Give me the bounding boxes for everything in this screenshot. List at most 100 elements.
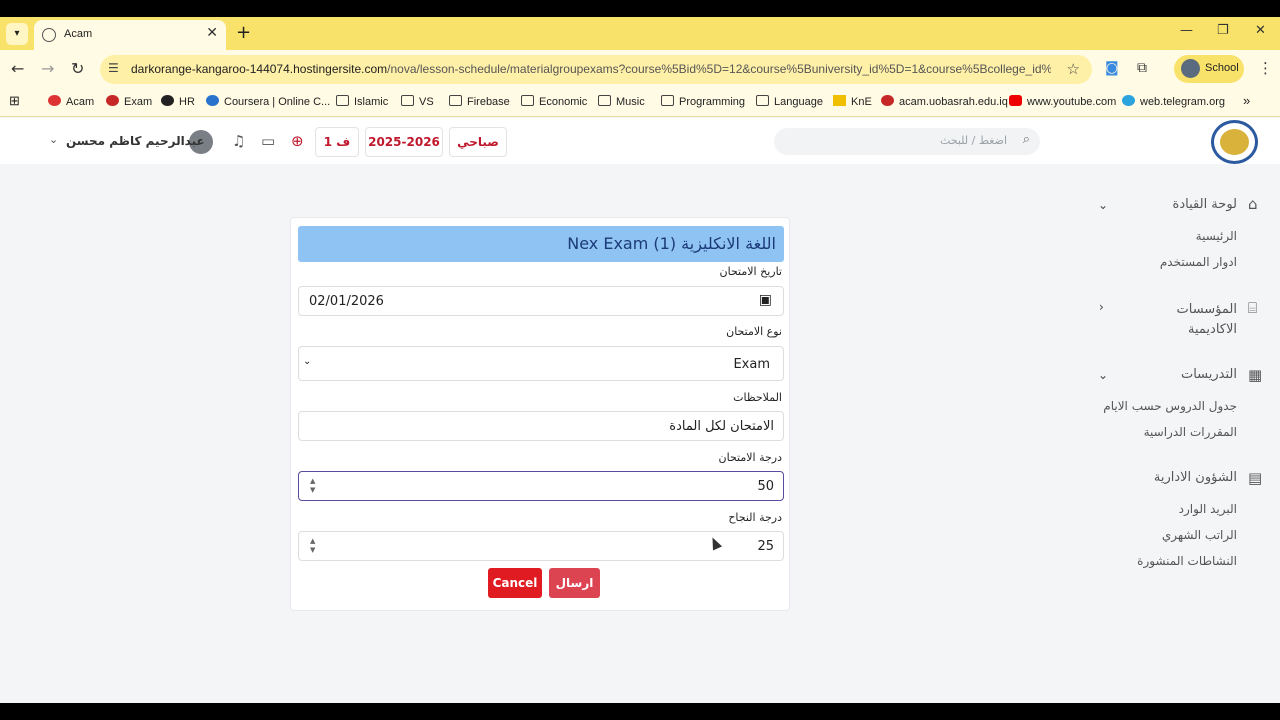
bookmark-coursera[interactable]: Coursera | Online C... [206, 95, 330, 108]
new-tab-icon[interactable]: + [236, 22, 251, 43]
bell-icon[interactable]: ♫ [232, 132, 245, 150]
angular-icon [106, 95, 119, 106]
bookmark-language[interactable]: Language [756, 95, 823, 108]
calendar-picker-icon[interactable]: ▣ [759, 292, 772, 308]
exam-grade-value: 50 [757, 479, 774, 494]
home-icon: ⌂ [1248, 195, 1258, 213]
close-window-icon[interactable]: ✕ [1255, 23, 1266, 38]
sidebar-section-dashboard[interactable]: لوحة القيادة [1173, 197, 1237, 212]
bookmark-firebase[interactable]: Firebase [449, 95, 510, 108]
bookmark-economic[interactable]: Economic [521, 95, 587, 108]
inbox-icon: ▤ [1248, 469, 1263, 487]
bookmark-hr[interactable]: HR [161, 95, 195, 108]
sidebar-item-salary[interactable]: الراتب الشهري [1162, 528, 1237, 542]
cancel-button[interactable]: Cancel [488, 568, 542, 598]
extensions-icon[interactable]: ⧉ [1137, 60, 1147, 76]
notes-label: الملاحظات [733, 391, 782, 404]
sidebar-section-teaching[interactable]: التدريسات [1181, 367, 1237, 382]
tab-strip: ▾ Acam ✕ + — ❐ ✕ [0, 17, 1280, 50]
address-bar[interactable]: ☰ darkorange-kangaroo-144074.hostingersi… [100, 55, 1092, 84]
grade-label: درجة الامتحان [718, 451, 782, 464]
number-stepper-icon[interactable]: ▲ ▼ [310, 537, 315, 555]
sidebar-item-schedule[interactable]: جدول الدروس حسب الايام [1103, 399, 1237, 413]
bookmark-youtube[interactable]: www.youtube.com [1009, 95, 1116, 108]
date-label: تاريخ الامتحان [719, 265, 782, 278]
folder-icon [336, 95, 349, 106]
app-header: اضغط / للبحث ⌕ صباحي 2025-2026 ف 1 ⊕ ▭ ♫… [0, 118, 1280, 164]
sidebar-item-inbox[interactable]: البريد الوارد [1179, 502, 1237, 516]
kne-icon [833, 95, 846, 106]
camera-icon[interactable]: ◙ [1105, 60, 1119, 76]
bookmark-islamic[interactable]: Islamic [336, 95, 388, 108]
chevron-down-icon: ⌄ [303, 356, 312, 367]
profile-button[interactable]: School [1174, 55, 1244, 83]
chevron-down-icon[interactable]: ⌄ [49, 133, 58, 146]
back-icon[interactable]: ← [11, 59, 24, 78]
exam-date-value: 02/01/2026 [309, 294, 384, 309]
tab-search-icon[interactable]: ▾ [6, 23, 28, 45]
sidebar-item-activities[interactable]: النشاطات المنشورة [1137, 554, 1237, 568]
minimize-icon[interactable]: — [1180, 23, 1193, 38]
semester-button[interactable]: ف 1 [315, 127, 359, 157]
sidebar-item-home[interactable]: الرئيسية [1196, 229, 1237, 243]
folder-icon [449, 95, 462, 106]
bookmark-programming[interactable]: Programming [661, 95, 745, 108]
forward-icon[interactable]: → [41, 59, 54, 78]
bookmark-telegram[interactable]: web.telegram.org [1122, 95, 1225, 108]
search-placeholder: اضغط / للبحث [939, 134, 1007, 147]
bookmark-vs[interactable]: VS [401, 95, 434, 108]
search-input[interactable]: اضغط / للبحث ⌕ [774, 128, 1040, 155]
university-logo[interactable] [1211, 120, 1258, 164]
exam-form-card: اللغة الانكليزية (1) Nex Exam تاريخ الام… [290, 217, 790, 611]
chevron-right-icon[interactable]: › [1099, 300, 1104, 314]
user-name[interactable]: عبدالرحيم كاظم محسن [66, 134, 205, 148]
more-bookmarks-icon[interactable]: » [1243, 93, 1250, 108]
site-info-icon[interactable]: ☰ [108, 61, 119, 75]
menu-kebab-icon[interactable]: ⋮ [1258, 59, 1273, 77]
close-tab-icon[interactable]: ✕ [206, 25, 218, 41]
pass-grade-label: درجة النجاح [728, 511, 782, 524]
globe-language-icon[interactable]: ⊕ [291, 132, 304, 150]
bookmark-star-icon[interactable]: ☆ [1067, 60, 1080, 78]
exam-grade-input[interactable]: ▲ ▼ 50 [298, 471, 784, 501]
globe-icon [161, 95, 174, 106]
chevron-down-icon[interactable]: ⌄ [1098, 368, 1108, 382]
sidebar-section-admin[interactable]: الشؤون الادارية [1154, 470, 1237, 485]
folder-icon [401, 95, 414, 106]
profile-avatar [1181, 59, 1200, 78]
bookmark-acam-uobasrah[interactable]: acam.uobasrah.edu.iq [881, 95, 1008, 108]
profile-label: School [1205, 62, 1239, 74]
bookmark-kne[interactable]: KnE [833, 95, 872, 108]
sidebar-section-institutions[interactable]: المؤسسات الاكاديمية [1147, 300, 1238, 340]
pass-grade-value: 25 [757, 539, 774, 554]
reload-icon[interactable]: ↻ [71, 59, 84, 78]
globe-icon [42, 28, 56, 42]
form-title: اللغة الانكليزية (1) Nex Exam [298, 226, 784, 262]
browser-tab[interactable]: Acam ✕ [34, 20, 226, 50]
sidebar-item-courses[interactable]: المقررات الدراسية [1144, 425, 1237, 439]
bookmark-acam[interactable]: Acam [48, 95, 94, 108]
restore-icon[interactable]: ❐ [1217, 23, 1229, 38]
notes-value: الامتحان لكل المادة [669, 419, 774, 434]
calendar-icon: ▦ [1248, 366, 1263, 384]
chevron-down-icon[interactable]: ⌄ [1098, 198, 1108, 212]
folder-icon [756, 95, 769, 106]
shift-button[interactable]: صباحي [449, 127, 507, 157]
exam-type-select[interactable]: ⌄ Exam [298, 346, 784, 381]
monitor-icon[interactable]: ▭ [261, 132, 275, 150]
browser-toolbar: ← → ↻ ☰ darkorange-kangaroo-144074.hosti… [0, 50, 1280, 90]
bookmark-music[interactable]: Music [598, 95, 645, 108]
number-stepper-icon[interactable]: ▲ ▼ [310, 477, 315, 495]
tab-title: Acam [64, 28, 93, 40]
institution-icon: ⌸ [1248, 299, 1258, 317]
sidebar-item-user-roles[interactable]: ادوار المستخدم [1160, 255, 1237, 269]
exam-date-field[interactable]: 02/01/2026 ▣ [298, 286, 784, 316]
submit-button[interactable]: ارسال [549, 568, 600, 598]
coursera-icon [206, 95, 219, 106]
youtube-icon [1009, 95, 1022, 106]
notes-field[interactable]: الامتحان لكل المادة [298, 411, 784, 441]
bookmark-exam[interactable]: Exam [106, 95, 152, 108]
apps-grid-icon[interactable]: ⊞ [9, 93, 20, 109]
academic-year-button[interactable]: 2025-2026 [365, 127, 443, 157]
angular-icon [881, 95, 894, 106]
